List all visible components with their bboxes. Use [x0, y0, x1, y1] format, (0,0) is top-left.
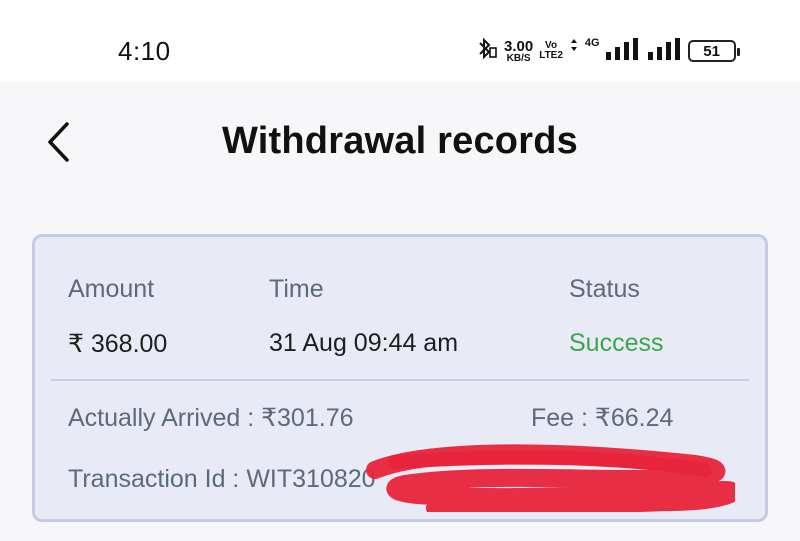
status-label: Status	[569, 275, 640, 303]
network-speed: 3.00 KB/S	[504, 39, 533, 64]
data-arrows-icon	[569, 37, 579, 66]
status-bar: 4:10 3.00 KB/S Vo LTE2 4G 51	[0, 0, 800, 82]
signal-icon	[647, 37, 682, 65]
page-title: Withdrawal records	[222, 120, 578, 162]
bluetooth-icon	[472, 36, 498, 67]
redaction-scribble	[366, 444, 735, 512]
amount-value: ₹ 368.00	[68, 330, 168, 358]
volte-line2: LTE2	[539, 50, 563, 61]
volte-indicator: Vo LTE2	[539, 41, 563, 61]
time-value: 31 Aug 09:44 am	[269, 329, 459, 357]
amount-label: Amount	[68, 275, 155, 303]
actually-arrived-value: Actually Arrived : ₹301.76	[68, 404, 354, 432]
fee-value: Fee : ₹66.24	[531, 404, 674, 432]
transaction-id: Transaction Id : WIT310820	[68, 465, 376, 493]
divider	[51, 379, 749, 381]
time-label: Time	[269, 275, 324, 303]
network-type: 4G	[584, 37, 600, 49]
battery-level: 51	[703, 42, 720, 60]
signal-icon	[605, 37, 642, 65]
network-speed-value: 3.00	[504, 37, 534, 55]
withdrawal-record-card[interactable]: Amount Time Status ₹ 368.00 31 Aug 09:44…	[32, 234, 768, 522]
network-speed-unit: KB/S	[506, 52, 531, 64]
status-icons: 3.00 KB/S Vo LTE2 4G 51	[472, 36, 740, 67]
page-header: Withdrawal records	[0, 82, 800, 212]
status-time: 4:10	[118, 36, 171, 66]
status-badge: Success	[569, 329, 664, 357]
battery-icon: 51	[687, 40, 740, 62]
